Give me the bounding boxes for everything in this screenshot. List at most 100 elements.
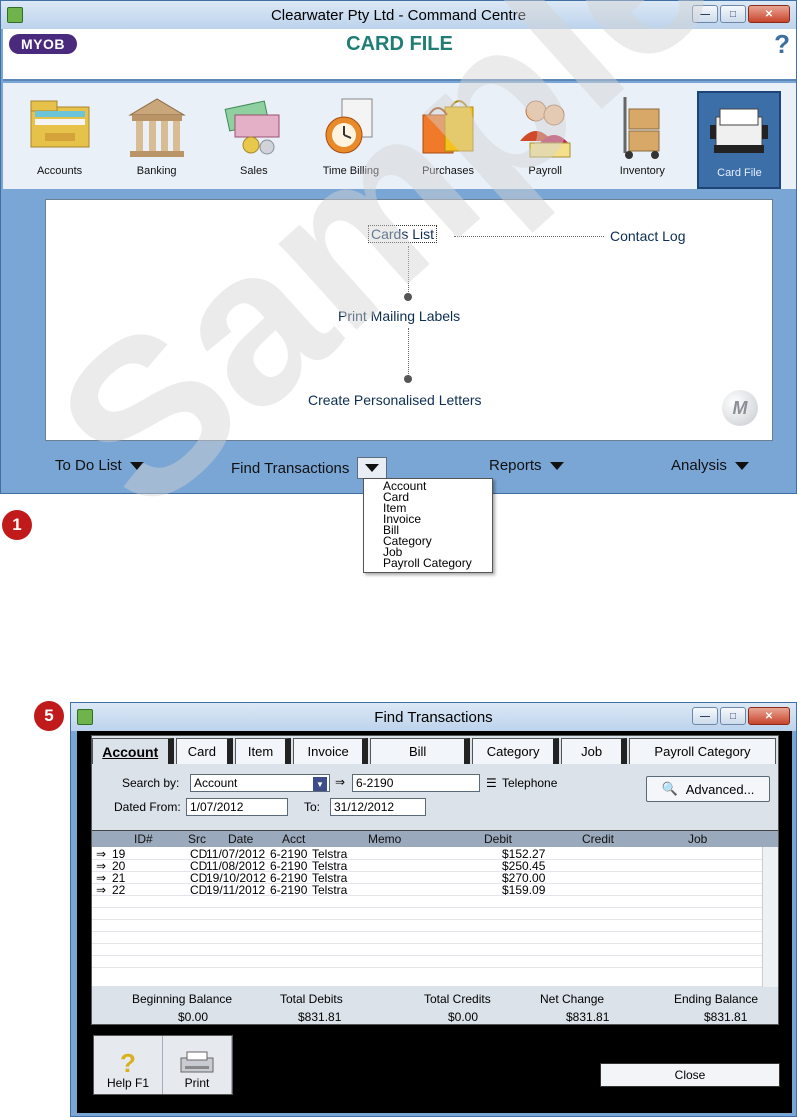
- chevron-down-icon: [549, 461, 564, 470]
- app-icon: [7, 7, 23, 23]
- menu-item-invoice[interactable]: Invoice: [383, 513, 492, 525]
- to-date-input[interactable]: 31/12/2012: [330, 798, 426, 816]
- module-time-billing[interactable]: Time Billing: [309, 91, 393, 189]
- totals-label: Total Debits: [280, 992, 343, 1006]
- column-header: ID#: [134, 832, 153, 846]
- totals-label: Net Change: [540, 992, 605, 1006]
- window-title: Clearwater Pty Ltd - Command Centre: [270, 6, 527, 24]
- search-by-select[interactable]: Account ▼: [190, 774, 330, 792]
- account-input[interactable]: 6-2190: [352, 774, 480, 792]
- cell-acct: 6-2190: [270, 883, 308, 897]
- table-row-empty: [92, 909, 762, 920]
- vertical-scrollbar[interactable]: [762, 847, 778, 987]
- find-transactions-dropdown-button[interactable]: [357, 457, 388, 479]
- reports-button[interactable]: Reports: [489, 457, 564, 474]
- module-inventory[interactable]: Inventory: [600, 91, 684, 189]
- table-row-empty: [92, 897, 762, 908]
- tab-invoice[interactable]: Invoice: [292, 738, 369, 764]
- dated-from-input[interactable]: 1/07/2012: [186, 798, 288, 816]
- analysis-label: Analysis: [671, 457, 727, 474]
- shopping-bags-icon: [415, 93, 481, 161]
- minimize-button[interactable]: —: [692, 707, 718, 725]
- maximize-button[interactable]: □: [720, 707, 746, 725]
- close-button[interactable]: Close: [600, 1063, 780, 1087]
- module-sales[interactable]: Sales: [212, 91, 296, 189]
- folder-icon: [27, 93, 93, 161]
- chevron-down-icon: [365, 464, 380, 472]
- tab-job[interactable]: Job: [561, 738, 627, 764]
- module-label: Purchases: [422, 165, 475, 177]
- bottom-toolbar: ? Help F1 Print: [93, 1035, 233, 1095]
- row-arrow-icon[interactable]: ⇒: [96, 884, 106, 896]
- create-personalised-letters-link[interactable]: Create Personalised Letters: [308, 392, 482, 408]
- cell-src: CD: [190, 883, 208, 897]
- minimize-button[interactable]: —: [692, 5, 718, 23]
- module-payroll[interactable]: Payroll: [503, 91, 587, 189]
- find-transactions-label: Find Transactions: [231, 459, 350, 477]
- module-label: Sales: [240, 165, 268, 177]
- column-header: Job: [688, 832, 708, 846]
- cell-id: 22: [112, 883, 126, 897]
- cell-debit: $159.09: [502, 883, 546, 897]
- module-label: Time Billing: [322, 165, 380, 177]
- tab-strip: Account Card Item Invoice Bill Category …: [92, 738, 778, 764]
- column-header: Credit: [582, 832, 615, 846]
- print-mailing-labels-link[interactable]: Print Mailing Labels: [338, 308, 460, 324]
- search-by-label: Search by:: [122, 776, 180, 790]
- module-label: Banking: [136, 165, 177, 177]
- tab-payroll-category[interactable]: Payroll Category: [628, 738, 777, 764]
- column-header: Src: [188, 832, 206, 846]
- find-transactions-titlebar[interactable]: Find Transactions — □ ✕: [71, 703, 796, 731]
- find-transactions-body: Account Card Item Invoice Bill Category …: [77, 731, 792, 1113]
- account-name-label: Telephone: [502, 776, 558, 790]
- flow-connector: [408, 246, 409, 294]
- close-window-button[interactable]: ✕: [748, 707, 790, 725]
- module-accounts[interactable]: Accounts: [18, 91, 102, 189]
- chevron-down-icon: [129, 461, 144, 470]
- print-label: Print: [184, 1076, 210, 1090]
- find-transactions-button[interactable]: Find Transactions: [231, 457, 388, 479]
- totals-value: $831.81: [566, 1010, 610, 1024]
- module-purchases[interactable]: Purchases: [406, 91, 490, 189]
- help-button[interactable]: ? Help F1: [94, 1036, 163, 1094]
- totals-value: $831.81: [704, 1010, 748, 1024]
- card-file-flow-panel: Cards List Contact Log Print Mailing Lab…: [45, 199, 773, 441]
- chevron-down-icon: ▼: [313, 777, 327, 791]
- help-icon[interactable]: ?: [774, 29, 790, 60]
- module-label: Inventory: [619, 165, 665, 177]
- cards-list-link[interactable]: Cards List: [367, 225, 438, 243]
- bank-building-icon: [124, 93, 190, 161]
- totals-row: Beginning Balance Total Debits Total Cre…: [92, 988, 778, 1024]
- tab-card[interactable]: Card: [175, 738, 234, 764]
- table-row[interactable]: ⇒ 22 CD 19/11/2012 6-2190 Telstra $159.0…: [92, 883, 762, 897]
- search-by-value: Account: [194, 776, 238, 790]
- tab-account[interactable]: Account: [92, 738, 174, 764]
- find-transactions-window: Find Transactions — □ ✕ Account Card Ite…: [70, 702, 797, 1117]
- list-icon[interactable]: ☰: [486, 776, 497, 790]
- app-icon: [77, 709, 93, 725]
- analysis-button[interactable]: Analysis: [671, 457, 749, 474]
- module-banking[interactable]: Banking: [115, 91, 199, 189]
- contact-log-link[interactable]: Contact Log: [610, 228, 686, 244]
- command-centre-titlebar[interactable]: Clearwater Pty Ltd - Command Centre — □ …: [1, 1, 796, 29]
- people-icon: [512, 93, 578, 161]
- table-row-empty: [92, 957, 762, 968]
- menu-item-payroll-category[interactable]: Payroll Category: [383, 557, 492, 569]
- table-row-empty: [92, 921, 762, 932]
- print-button[interactable]: Print: [163, 1036, 232, 1094]
- rolodex-icon: [706, 95, 772, 163]
- todo-list-button[interactable]: To Do List: [55, 457, 144, 474]
- column-header: Memo: [368, 832, 402, 846]
- close-window-button[interactable]: ✕: [748, 5, 790, 23]
- money-icon: [221, 93, 287, 161]
- tab-category[interactable]: Category: [471, 738, 560, 764]
- tab-item[interactable]: Item: [235, 738, 291, 764]
- transactions-table: ID# Src Date Acct Memo Debit Credit Job …: [92, 830, 778, 987]
- module-card-file[interactable]: Card File: [697, 91, 782, 189]
- advanced-button[interactable]: 🔍 Advanced...: [646, 776, 770, 802]
- totals-value: $831.81: [298, 1010, 342, 1024]
- help-icon: ?: [120, 1048, 136, 1078]
- tab-bill[interactable]: Bill: [370, 738, 470, 764]
- module-label: Payroll: [528, 165, 562, 177]
- maximize-button[interactable]: □: [720, 5, 746, 23]
